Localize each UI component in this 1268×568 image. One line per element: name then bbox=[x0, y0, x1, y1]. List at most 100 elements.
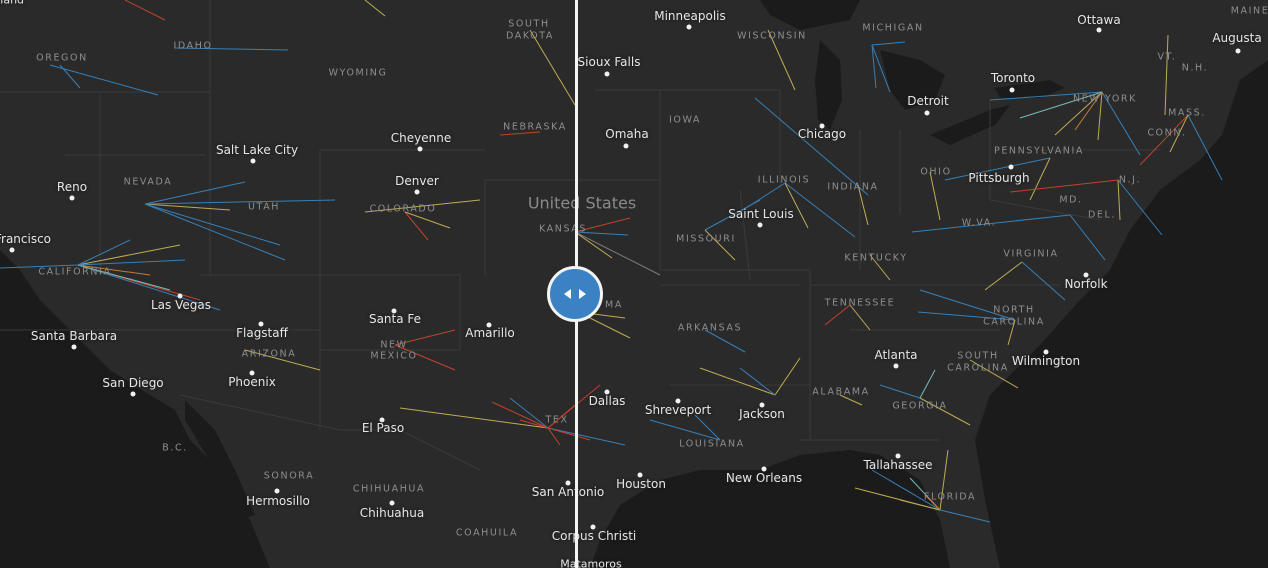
state-label-idaho: IDAHO bbox=[173, 40, 213, 52]
city-label-omaha: Omaha bbox=[605, 127, 649, 141]
city-label-matamoros: Matamoros bbox=[560, 557, 622, 568]
city-label-chicago: Chicago bbox=[797, 127, 847, 141]
state-label-pennsylvania: PENNSYLVANIA bbox=[993, 145, 1085, 157]
compare-slider-handle[interactable] bbox=[547, 266, 603, 322]
state-label-illinois: ILLINOIS bbox=[757, 174, 811, 186]
state-label-alabama: ALABAMA bbox=[812, 386, 870, 398]
state-label-chihuahua: CHIHUAHUA bbox=[352, 483, 426, 495]
state-label-kansas: KANSAS bbox=[538, 223, 588, 235]
city-label-san-antonio: San Antonio bbox=[531, 485, 605, 499]
city-dot-salt-lake-city bbox=[250, 158, 256, 164]
chevron-left-icon bbox=[564, 289, 571, 299]
city-label-phoenix: Phoenix bbox=[228, 375, 276, 389]
city-label-new-orleans: New Orleans bbox=[725, 471, 803, 485]
state-label-nh: N.H. bbox=[1181, 62, 1209, 74]
state-label-md: MD. bbox=[1059, 194, 1083, 206]
state-label-nj: N.J. bbox=[1118, 174, 1142, 186]
state-label-ohio: OHIO bbox=[920, 166, 952, 178]
state-label-georgia: GEORGIA bbox=[892, 400, 948, 412]
city-dot-sioux-falls bbox=[604, 71, 610, 77]
state-label-arizona: ARIZONA bbox=[241, 348, 297, 360]
city-label-denver: Denver bbox=[395, 174, 439, 188]
city-label-saint-louis: Saint Louis bbox=[728, 207, 794, 221]
city-label-reno: Reno bbox=[56, 180, 88, 194]
city-label-chihuahua: Chihuahua bbox=[359, 506, 425, 520]
state-label-tennessee: TENNESSEE bbox=[824, 297, 896, 309]
state-label-south-carolina-1: SOUTH bbox=[957, 350, 999, 362]
city-label-santa-barbara: Santa Barbara bbox=[30, 329, 118, 343]
city-dot-san-francisco bbox=[9, 247, 15, 253]
state-label-bc: B.C. bbox=[162, 442, 188, 454]
state-label-nebraska: NEBRASKA bbox=[503, 121, 567, 133]
state-label-coahuila: COAHUILA bbox=[455, 527, 519, 539]
state-label-kentucky: KENTUCKY bbox=[844, 252, 908, 264]
city-dot-santa-barbara bbox=[71, 344, 77, 350]
state-label-florida: FLORIDA bbox=[923, 491, 977, 503]
city-label-portland-partial: tland bbox=[0, 0, 25, 7]
city-label-amarillo: Amarillo bbox=[465, 326, 515, 340]
city-label-jackson: Jackson bbox=[739, 407, 785, 421]
map-viewport[interactable]: United States OREGON IDAHO WYOMING SOUTH… bbox=[0, 0, 1268, 568]
state-label-new-mexico-2: MEXICO bbox=[370, 350, 418, 362]
city-label-dallas: Dallas bbox=[588, 394, 626, 408]
city-dot-augusta bbox=[1235, 48, 1241, 54]
state-label-north-carolina-1: NORTH bbox=[993, 304, 1035, 316]
city-dot-reno bbox=[69, 195, 75, 201]
state-label-louisiana: LOUISIANA bbox=[679, 438, 745, 450]
state-label-iowa: IOWA bbox=[668, 114, 702, 126]
city-dot-chihuahua bbox=[389, 500, 395, 506]
state-label-texas-partial: TEX bbox=[545, 414, 569, 426]
city-dot-saint-louis bbox=[757, 222, 763, 228]
state-label-oregon: OREGON bbox=[36, 52, 88, 64]
city-label-sioux-falls: Sioux Falls bbox=[577, 55, 641, 69]
city-label-san-francisco: Francisco bbox=[0, 232, 52, 246]
city-label-tallahassee: Tallahassee bbox=[863, 458, 933, 472]
city-dot-denver bbox=[414, 189, 420, 195]
city-label-wilmington: Wilmington bbox=[1011, 354, 1081, 368]
state-label-virginia: VIRGINIA bbox=[1003, 248, 1059, 260]
state-label-new-mexico-1: NEW bbox=[380, 339, 408, 351]
state-label-indiana: INDIANA bbox=[827, 181, 879, 193]
state-label-missouri: MISSOURI bbox=[676, 233, 736, 245]
city-dot-san-diego bbox=[130, 391, 136, 397]
state-label-colorado: COLORADO bbox=[369, 203, 437, 215]
state-label-oklahoma-partial: MA bbox=[605, 299, 623, 311]
state-label-mass: MASS. bbox=[1168, 107, 1206, 119]
city-label-minneapolis: Minneapolis bbox=[654, 9, 726, 23]
city-label-hermosillo: Hermosillo bbox=[246, 494, 310, 508]
city-label-toronto: Toronto bbox=[990, 71, 1036, 85]
city-label-pittsburgh: Pittsburgh bbox=[968, 171, 1030, 185]
city-dot-detroit bbox=[924, 110, 930, 116]
city-dot-omaha bbox=[623, 143, 629, 149]
city-label-corpus-christi: Corpus Christi bbox=[551, 529, 637, 543]
state-label-arkansas: ARKANSAS bbox=[677, 322, 743, 334]
city-label-santa-fe: Santa Fe bbox=[368, 312, 422, 326]
chevron-right-icon bbox=[579, 289, 586, 299]
state-label-vt: VT. bbox=[1157, 51, 1177, 63]
city-label-el-paso: El Paso bbox=[361, 421, 405, 435]
city-label-norfolk: Norfolk bbox=[1064, 277, 1108, 291]
city-label-salt-lake-city: Salt Lake City bbox=[215, 143, 299, 157]
state-label-south-carolina-2: CAROLINA bbox=[947, 362, 1009, 374]
state-label-sonora: SONORA bbox=[263, 470, 315, 482]
country-label-united-states: United States bbox=[527, 193, 637, 213]
state-label-wyoming: WYOMING bbox=[328, 67, 388, 79]
city-label-cheyenne: Cheyenne bbox=[390, 131, 452, 145]
city-dot-cheyenne bbox=[417, 146, 423, 152]
city-label-ottawa: Ottawa bbox=[1077, 13, 1121, 27]
city-dot-ottawa bbox=[1096, 27, 1102, 33]
state-label-maine: MAINE bbox=[1230, 5, 1268, 17]
state-label-wva: W.VA. bbox=[961, 217, 997, 229]
city-label-atlanta: Atlanta bbox=[874, 348, 918, 362]
state-label-utah: UTAH bbox=[247, 201, 281, 213]
state-label-south-dakota-1: SOUTH bbox=[508, 18, 550, 30]
city-dot-hermosillo bbox=[274, 488, 280, 494]
state-label-michigan: MICHIGAN bbox=[862, 22, 924, 34]
city-dot-toronto bbox=[1009, 87, 1015, 93]
state-label-wisconsin: WISCONSIN bbox=[737, 30, 807, 42]
city-dot-atlanta bbox=[893, 363, 899, 369]
state-label-del: DEL. bbox=[1087, 209, 1117, 221]
state-label-south-dakota-2: DAKOTA bbox=[506, 30, 554, 42]
city-label-shreveport: Shreveport bbox=[644, 403, 712, 417]
state-label-new-york: NEW YORK bbox=[1073, 93, 1137, 105]
